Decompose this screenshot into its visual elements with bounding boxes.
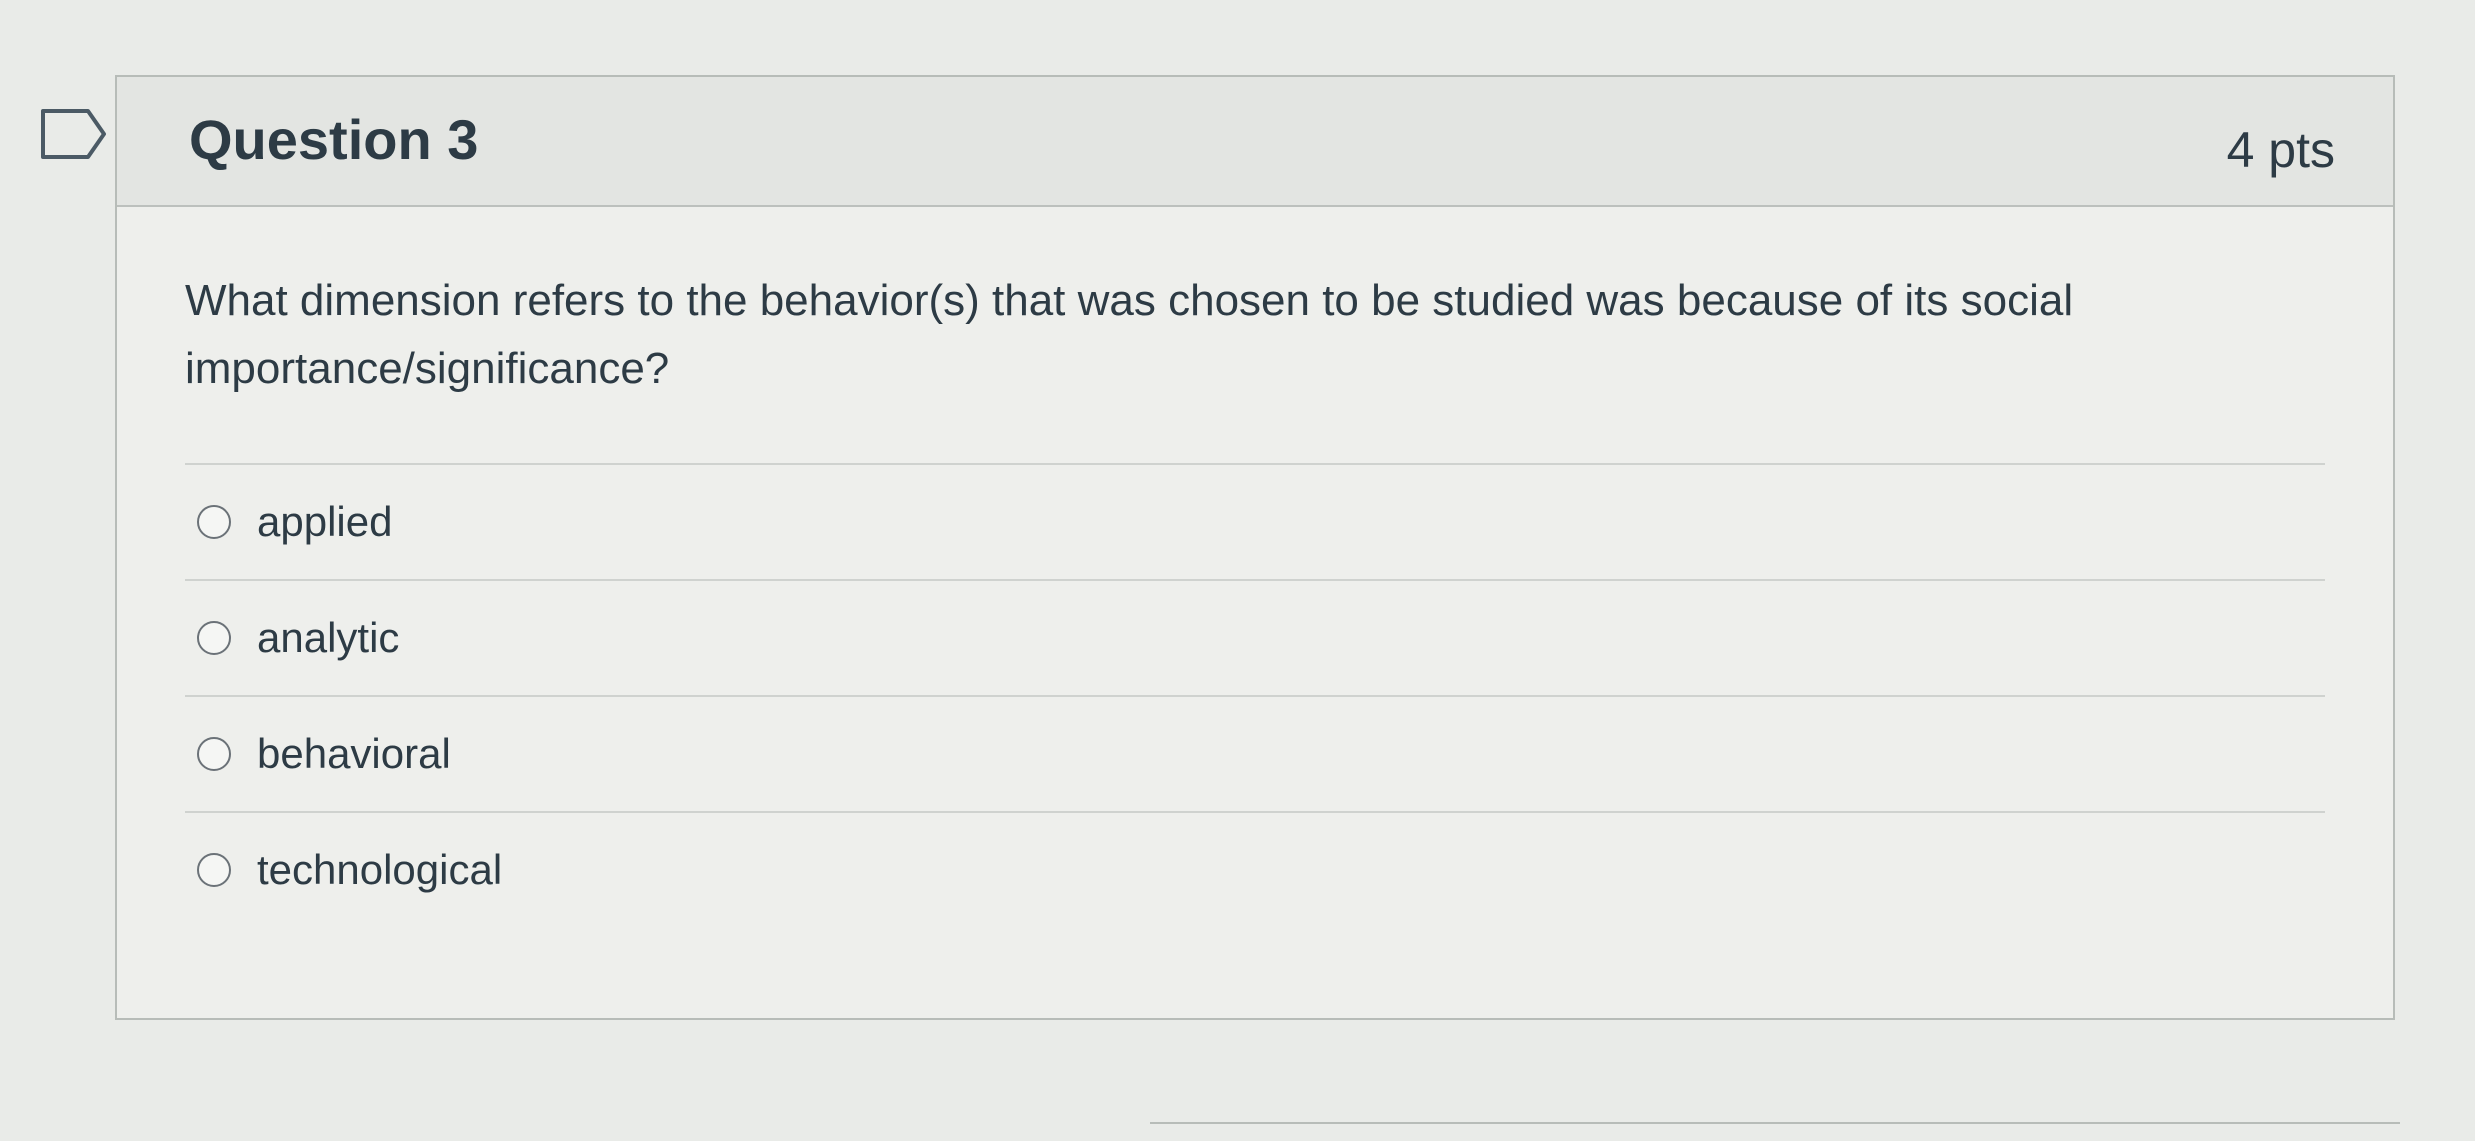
- next-card-edge: [1150, 1122, 2400, 1124]
- answer-option-technological[interactable]: technological: [185, 813, 2325, 927]
- radio-button[interactable]: [197, 737, 231, 771]
- question-points: 4 pts: [2226, 122, 2335, 178]
- answer-option-analytic[interactable]: analytic: [185, 581, 2325, 697]
- question-title: Question 3: [189, 108, 479, 171]
- question-header: Question 3 4 pts: [117, 77, 2393, 207]
- answer-option-behavioral[interactable]: behavioral: [185, 697, 2325, 813]
- radio-button[interactable]: [197, 505, 231, 539]
- answer-label[interactable]: applied: [257, 498, 392, 546]
- question-text: What dimension refers to the behavior(s)…: [185, 276, 2074, 393]
- answer-label[interactable]: analytic: [257, 614, 399, 662]
- flag-question-icon[interactable]: [40, 108, 108, 160]
- radio-button[interactable]: [197, 621, 231, 655]
- question-body: What dimension refers to the behavior(s)…: [117, 207, 2393, 927]
- answer-label[interactable]: technological: [257, 846, 502, 894]
- answer-list: applied analytic behavioral technologica…: [185, 463, 2325, 927]
- radio-button[interactable]: [197, 853, 231, 887]
- bookmark-flag-icon: [41, 109, 106, 159]
- answer-option-applied[interactable]: applied: [185, 465, 2325, 581]
- answer-label[interactable]: behavioral: [257, 730, 451, 778]
- question-card: Question 3 4 pts What dimension refers t…: [115, 75, 2395, 1020]
